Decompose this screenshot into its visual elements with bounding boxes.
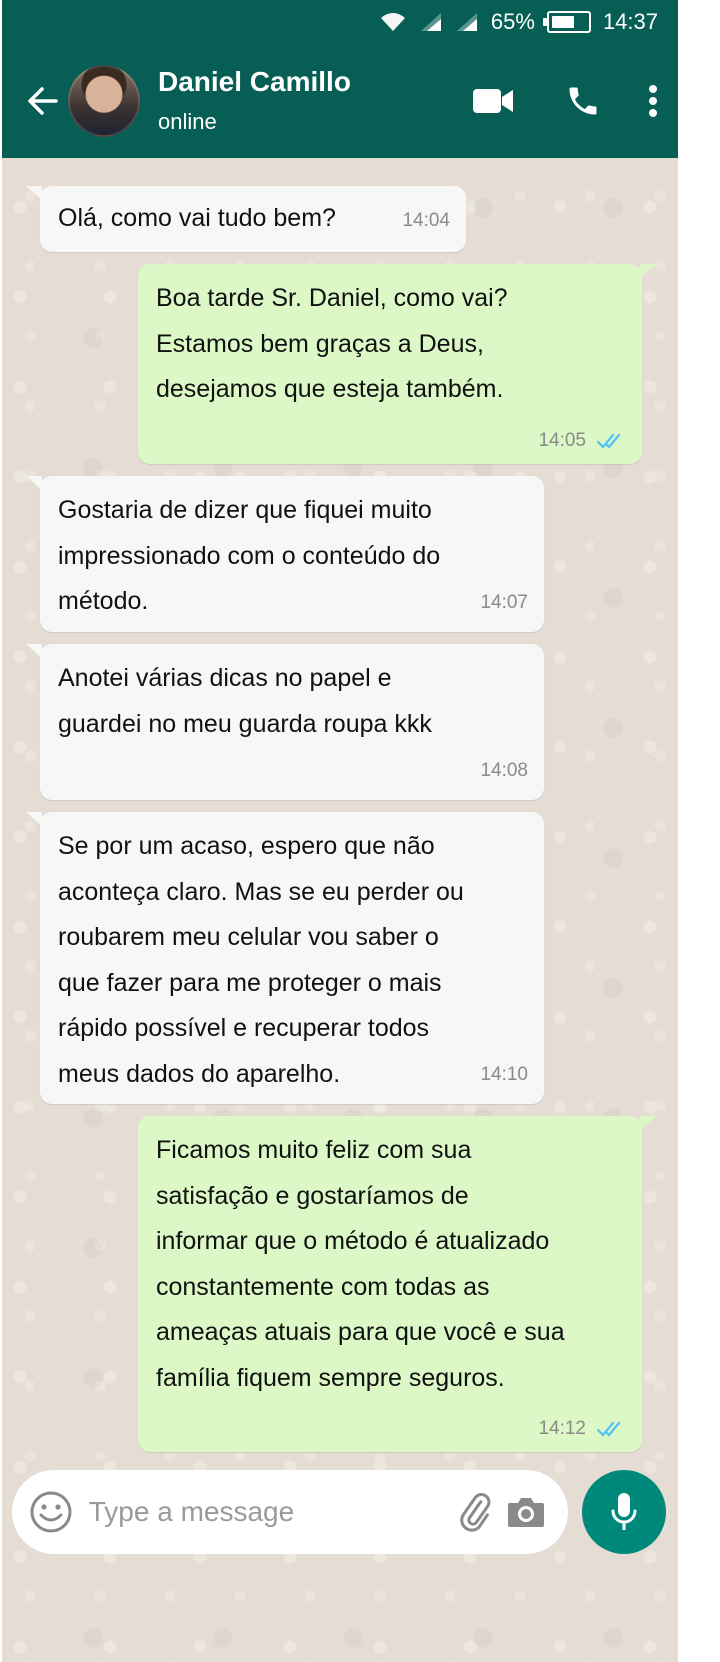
- message-text: Anotei várias dicas no papel e guardei n…: [58, 664, 432, 738]
- message-meta: 14:12: [538, 1418, 626, 1440]
- message-meta: 14:05: [538, 430, 626, 452]
- message-time: 14:12: [538, 1418, 586, 1439]
- message-incoming[interactable]: Se por um acaso, espero que não aconteça…: [26, 812, 544, 1104]
- message-text: Gostaria de dizer que fiquei muito impre…: [58, 496, 441, 615]
- message-time: 14:08: [480, 760, 528, 781]
- message-meta: 14:04: [402, 210, 450, 232]
- battery-percent: 65%: [490, 9, 535, 34]
- message-time: 14:07: [480, 592, 528, 613]
- status-bar: 65% 14:37: [2, 0, 678, 44]
- message-incoming[interactable]: Olá, como vai tudo bem? 14:04: [26, 186, 466, 252]
- mic-icon: [611, 1493, 637, 1530]
- message-outgoing[interactable]: Boa tarde Sr. Daniel, como vai? Estamos …: [138, 264, 656, 464]
- battery-level: [551, 16, 575, 28]
- emoji-button[interactable]: [28, 1480, 75, 1544]
- battery-icon: [542, 11, 591, 33]
- message-text: Se por um acaso, espero que não aconteça…: [58, 832, 464, 1088]
- message-meta: 14:08: [480, 760, 528, 782]
- signal-icon: [419, 11, 443, 33]
- message-incoming[interactable]: Anotei várias dicas no papel e guardei n…: [26, 644, 544, 800]
- attach-icon: [460, 1493, 491, 1532]
- message-composer: [12, 1470, 568, 1554]
- contact-name: Daniel Camillo: [158, 66, 351, 97]
- message-text: Olá, como vai tudo bem?: [58, 204, 336, 232]
- message-meta: 14:10: [480, 1064, 528, 1086]
- message-meta: 14:07: [480, 592, 528, 614]
- back-button[interactable]: [10, 69, 74, 133]
- contact-status: online: [158, 109, 217, 134]
- signal-icon: [455, 11, 479, 33]
- chat-screen: 65% 14:37 Daniel Camillo online Olá, com…: [2, 0, 678, 1662]
- message-time: 14:05: [538, 430, 586, 451]
- more-options-button[interactable]: [628, 69, 678, 133]
- more-vertical-icon: [649, 85, 657, 117]
- video-call-icon: [473, 89, 513, 113]
- camera-button[interactable]: [501, 1480, 552, 1544]
- message-time: 14:10: [480, 1064, 528, 1085]
- back-arrow-icon: [28, 87, 58, 115]
- read-receipt-icon: [596, 1421, 621, 1437]
- message-text: Ficamos muito feliz com sua satisfação e…: [156, 1136, 565, 1392]
- emoji-icon: [30, 1491, 72, 1533]
- attach-button[interactable]: [450, 1480, 501, 1544]
- chat-header: Daniel Camillo online: [2, 44, 678, 158]
- wifi-icon: [379, 11, 407, 33]
- message-text: Boa tarde Sr. Daniel, como vai? Estamos …: [156, 284, 508, 403]
- header-actions: [448, 69, 678, 133]
- phone-icon: [569, 87, 597, 115]
- status-time: 14:37: [602, 9, 658, 34]
- message-incoming[interactable]: Gostaria de dizer que fiquei muito impre…: [26, 476, 544, 632]
- read-receipt-icon: [596, 433, 621, 449]
- voice-record-button[interactable]: [582, 1470, 666, 1554]
- message-outgoing[interactable]: Ficamos muito feliz com sua satisfação e…: [138, 1116, 656, 1452]
- video-call-button[interactable]: [448, 69, 538, 133]
- message-input[interactable]: [88, 1496, 450, 1528]
- voice-call-button[interactable]: [538, 69, 628, 133]
- camera-icon: [508, 1498, 545, 1527]
- avatar[interactable]: [68, 65, 140, 137]
- message-time: 14:04: [402, 210, 450, 231]
- contact-info[interactable]: Daniel Camillo online: [158, 65, 448, 137]
